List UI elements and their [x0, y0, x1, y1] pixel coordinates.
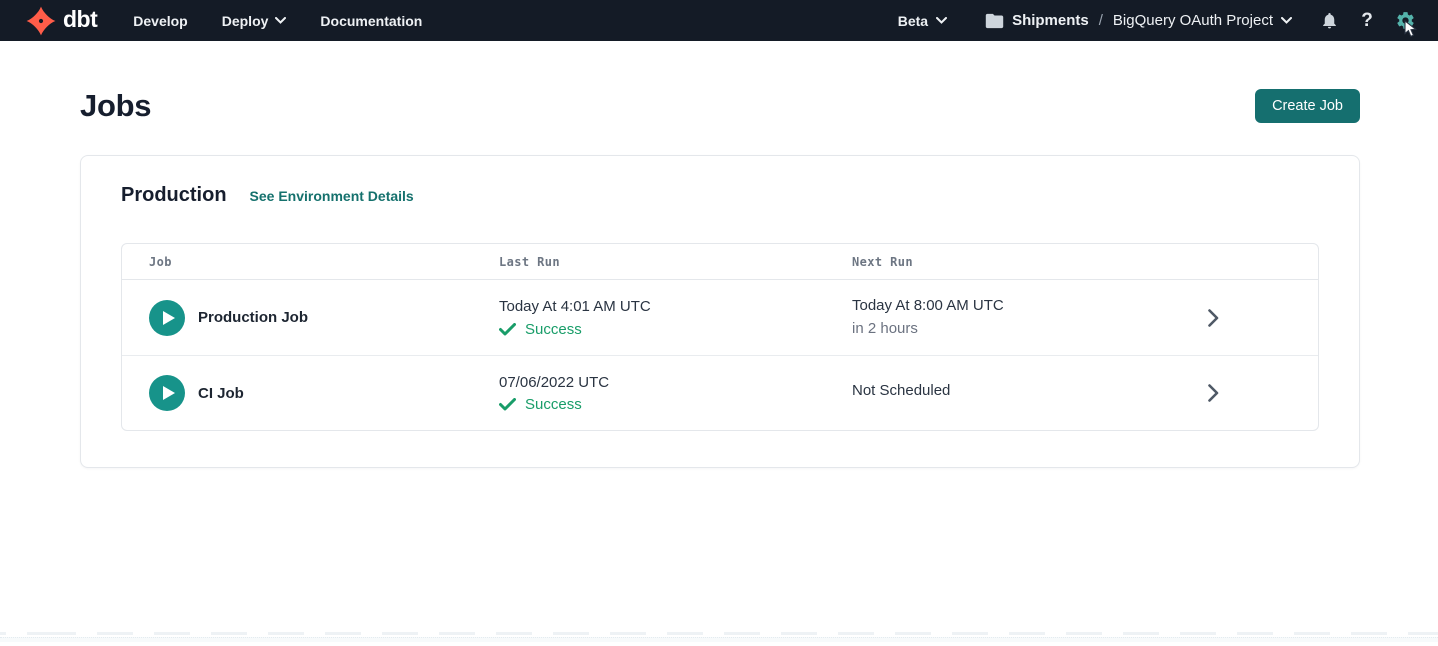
check-icon [499, 323, 516, 336]
job-cell: CI Job [149, 375, 499, 411]
environment-card: Production See Environment Details Job L… [80, 155, 1360, 468]
status-badge: Success [525, 321, 582, 338]
next-run-cell: Not Scheduled [852, 381, 1135, 404]
play-icon[interactable] [149, 375, 185, 411]
dbt-logo-icon [26, 6, 56, 36]
column-header-next-run: Next Run [852, 255, 1135, 269]
page-header: Jobs Create Job [80, 88, 1360, 124]
job-name: Production Job [198, 309, 308, 326]
play-icon[interactable] [149, 300, 185, 336]
chevron-down-icon [1281, 17, 1292, 24]
nav-documentation[interactable]: Documentation [320, 13, 422, 29]
next-run-time: Not Scheduled [852, 381, 1135, 401]
check-icon [499, 398, 516, 411]
column-header-actions [1135, 255, 1291, 269]
column-header-job: Job [149, 255, 499, 269]
status-badge: Success [525, 396, 582, 413]
navbar-icons: ? [1318, 10, 1416, 32]
dbt-logo[interactable]: dbt [26, 6, 97, 36]
nav-develop[interactable]: Develop [133, 13, 187, 29]
navbar-right: Beta Shipments / BigQuery OAuth Project … [898, 10, 1416, 32]
last-run-cell: Today At 4:01 AM UTC Success [499, 297, 852, 337]
table-header-row: Job Last Run Next Run [122, 244, 1318, 280]
breadcrumb-project: Shipments [1012, 12, 1089, 29]
environment-details-link[interactable]: See Environment Details [250, 188, 414, 204]
settings-button[interactable] [1394, 10, 1416, 32]
table-row[interactable]: CI Job 07/06/2022 UTC Success Not Schedu… [122, 355, 1318, 430]
environment-name: Production [121, 184, 227, 207]
row-open-cell [1135, 309, 1291, 327]
project-breadcrumb[interactable]: Shipments / BigQuery OAuth Project [985, 12, 1292, 29]
jobs-table: Job Last Run Next Run Production Job Tod… [121, 243, 1319, 431]
job-name: CI Job [198, 385, 244, 402]
folder-icon [985, 13, 1004, 29]
primary-nav: Develop Deploy Documentation [133, 13, 422, 29]
top-navbar: dbt Develop Deploy Documentation Beta Sh… [0, 0, 1438, 41]
jobs-page: Jobs Create Job Production See Environme… [0, 41, 1438, 468]
breadcrumb-separator: / [1097, 12, 1105, 29]
chevron-right-icon[interactable] [1208, 309, 1219, 327]
breadcrumb-environment: BigQuery OAuth Project [1113, 12, 1273, 29]
dbt-logo-text: dbt [63, 8, 97, 34]
last-run-time: 07/06/2022 UTC [499, 373, 852, 393]
column-header-last-run: Last Run [499, 255, 852, 269]
notifications-button[interactable] [1318, 10, 1340, 32]
nav-deploy[interactable]: Deploy [222, 13, 287, 29]
last-run-cell: 07/06/2022 UTC Success [499, 373, 852, 413]
help-button[interactable]: ? [1356, 10, 1378, 32]
next-run-cell: Today At 8:00 AM UTC in 2 hours [852, 296, 1135, 340]
bell-icon [1320, 10, 1339, 31]
next-run-note: in 2 hours [852, 319, 1135, 339]
last-run-time: Today At 4:01 AM UTC [499, 297, 852, 317]
table-row[interactable]: Production Job Today At 4:01 AM UTC Succ… [122, 280, 1318, 355]
last-run-status: Success [499, 321, 852, 338]
job-cell: Production Job [149, 300, 499, 336]
row-open-cell [1135, 384, 1291, 402]
beta-dropdown[interactable]: Beta [898, 13, 947, 29]
page-bottom-edge [0, 637, 1438, 642]
environment-header: Production See Environment Details [121, 184, 1319, 207]
chevron-down-icon [275, 17, 286, 24]
below-fold-skeleton [0, 632, 1438, 635]
chevron-down-icon [936, 17, 947, 24]
next-run-time: Today At 8:00 AM UTC [852, 296, 1135, 316]
chevron-right-icon[interactable] [1208, 384, 1219, 402]
page-title: Jobs [80, 88, 151, 124]
last-run-status: Success [499, 396, 852, 413]
mouse-cursor-icon [1403, 20, 1419, 38]
create-job-button[interactable]: Create Job [1255, 89, 1360, 123]
help-icon: ? [1361, 10, 1373, 32]
